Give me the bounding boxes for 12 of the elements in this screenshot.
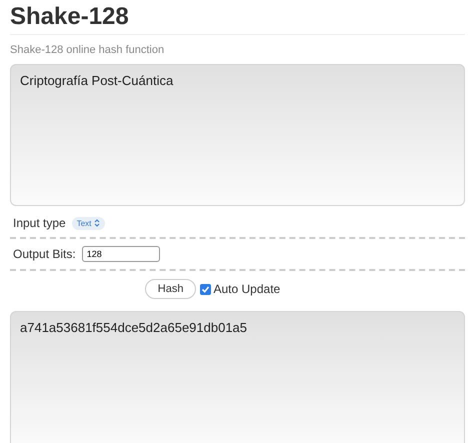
input-type-select[interactable]: Text — [72, 216, 106, 230]
input-textarea[interactable]: Criptografía Post-Cuántica — [10, 64, 465, 206]
output-textarea[interactable]: a741a53681f554dce5d2a65e91db01a5 — [10, 311, 465, 443]
page-title: Shake-128 — [10, 0, 465, 35]
input-type-label: Input type — [13, 216, 66, 230]
output-bits-label: Output Bits: — [13, 247, 76, 261]
up-down-icon — [94, 219, 100, 227]
output-bits-field[interactable]: 128 — [82, 246, 160, 262]
auto-update-label: Auto Update — [213, 282, 280, 296]
page-subtitle: Shake-128 online hash function — [10, 44, 166, 56]
auto-update-checkbox[interactable] — [200, 284, 212, 294]
hash-button[interactable]: Hash — [144, 279, 196, 299]
